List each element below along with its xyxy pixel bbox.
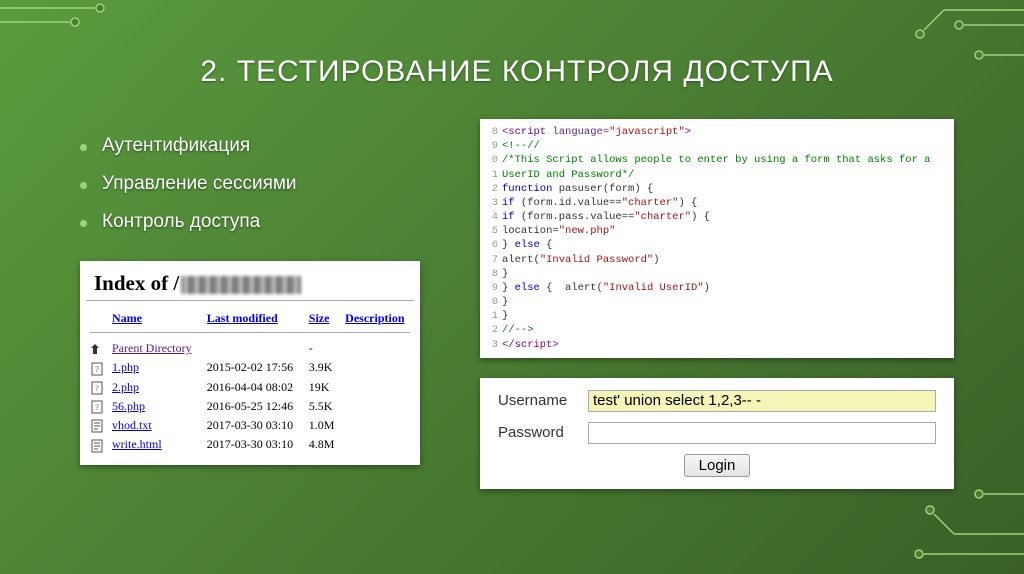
directory-table: Name Last modified Size Description Pare… [86, 305, 414, 455]
col-name[interactable]: Name [112, 311, 142, 325]
username-label: Username [498, 392, 578, 409]
file-icon: ? [90, 400, 104, 414]
file-icon: ? [90, 362, 104, 376]
table-row: vhod.txt 2017-03-30 03:10 1.0M [86, 416, 414, 435]
col-modified[interactable]: Last modified [207, 311, 278, 325]
bullet-list: Аутентификация Управление сессиями Контр… [80, 127, 440, 241]
code-snippet-panel: 8<script language="javascript"> 9<!--// … [480, 119, 954, 358]
file-link[interactable]: 56.php [112, 399, 145, 413]
svg-text:?: ? [95, 403, 99, 412]
password-label: Password [498, 424, 578, 441]
folder-up-icon [90, 342, 104, 356]
table-row: Parent Directory - [86, 339, 414, 358]
file-link[interactable]: vhod.txt [112, 418, 152, 432]
file-link[interactable]: 1.php [112, 360, 139, 374]
login-form-panel: Username Password Login [480, 378, 954, 489]
svg-text:?: ? [95, 365, 99, 374]
table-row: write.html 2017-03-30 03:10 4.8M [86, 435, 414, 454]
bullet-item: Управление сессиями [80, 165, 440, 203]
file-link[interactable]: write.html [112, 437, 162, 451]
svg-text:?: ? [95, 384, 99, 393]
col-size[interactable]: Size [309, 311, 330, 325]
table-row: ? 1.php 2015-02-02 17:56 3.9K [86, 358, 414, 377]
slide-title: 2. ТЕСТИРОВАНИЕ КОНТРОЛЯ ДОСТУПА [80, 55, 954, 89]
bullet-item: Аутентификация [80, 127, 440, 165]
directory-heading: Index of / [94, 271, 414, 296]
file-icon: ? [90, 381, 104, 395]
redacted-path [181, 276, 301, 294]
username-input[interactable] [588, 390, 936, 412]
parent-directory-link[interactable]: Parent Directory [112, 341, 192, 355]
login-button[interactable]: Login [684, 454, 751, 477]
col-desc[interactable]: Description [345, 311, 404, 325]
table-row: ? 56.php 2016-05-25 12:46 5.5K [86, 397, 414, 416]
file-link[interactable]: 2.php [112, 380, 139, 394]
bullet-item: Контроль доступа [80, 203, 440, 241]
directory-listing-panel: Index of / Name Last modified Size Descr… [80, 261, 420, 465]
text-file-icon [90, 439, 104, 453]
password-input[interactable] [588, 422, 936, 444]
table-row: ? 2.php 2016-04-04 08:02 19K [86, 378, 414, 397]
text-file-icon [90, 419, 104, 433]
